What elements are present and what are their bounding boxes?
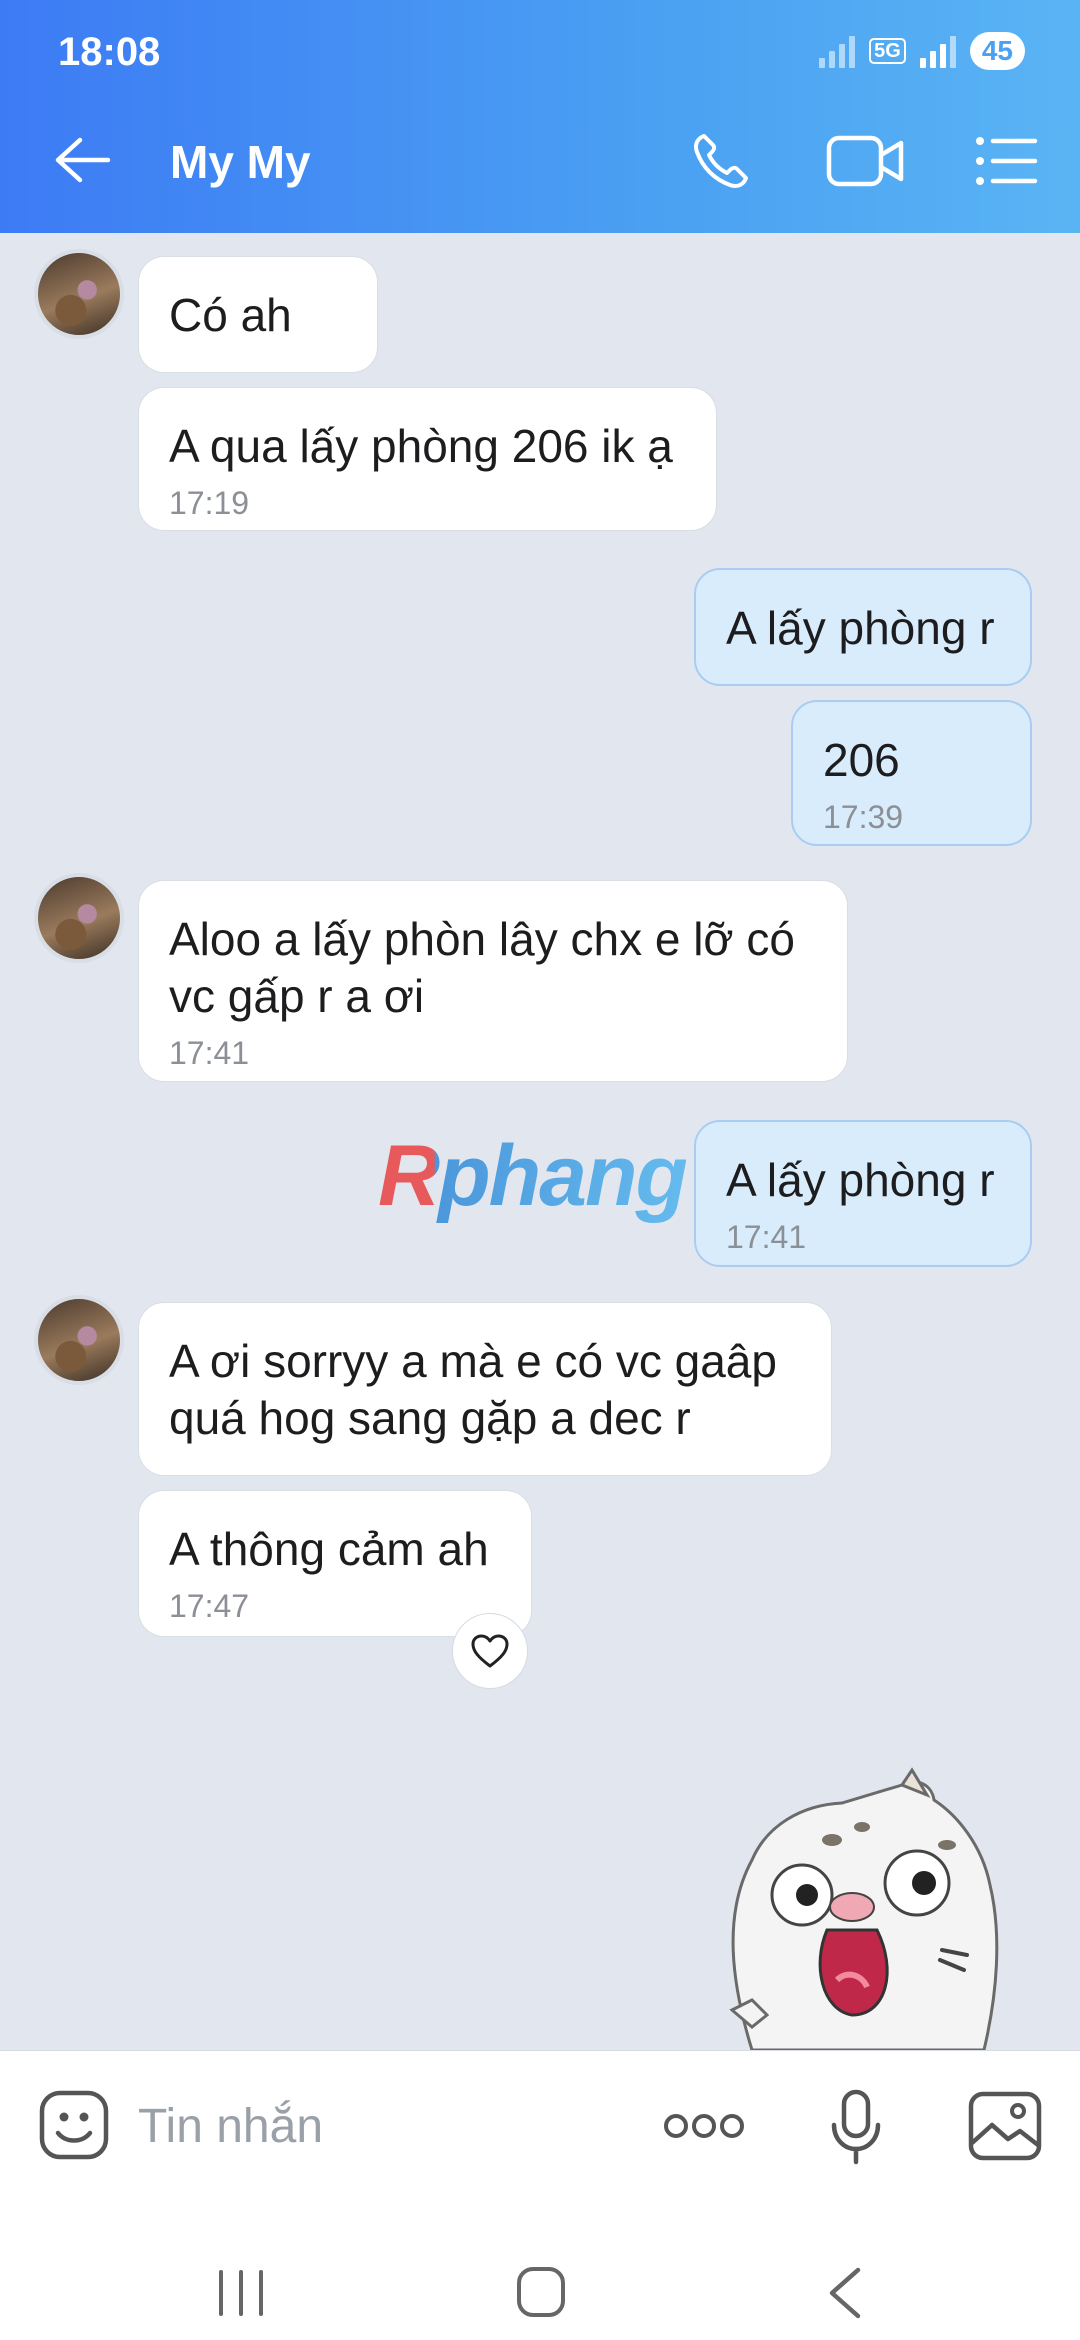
message-text: A lấy phòng r bbox=[726, 602, 995, 654]
message-time: 17:19 bbox=[169, 485, 250, 521]
cat-sticker[interactable] bbox=[712, 1765, 1032, 2052]
watermark: Rphang bbox=[378, 1128, 688, 1224]
microphone-icon[interactable] bbox=[830, 2089, 882, 2165]
chat-header: 18:08 5G 45 My My bbox=[0, 0, 1080, 233]
message-text: A thông cảm ah bbox=[169, 1523, 489, 1575]
message-bubble-incoming[interactable]: A qua lấy phòng 206 ik ạ 17:19 bbox=[138, 387, 717, 531]
recent-apps-icon[interactable] bbox=[215, 2268, 267, 2318]
nav-back-icon[interactable] bbox=[826, 2266, 862, 2320]
signal-icon bbox=[919, 34, 956, 68]
contact-name[interactable]: My My bbox=[170, 135, 311, 189]
message-bubble-incoming[interactable]: A ơi sorryy a mà e có vc gaâp quá hog sa… bbox=[138, 1302, 832, 1476]
heart-icon[interactable] bbox=[452, 1613, 528, 1689]
avatar[interactable] bbox=[34, 1295, 124, 1385]
message-text: A ơi sorryy a mà e có vc gaâp quá hog sa… bbox=[169, 1335, 777, 1444]
message-input[interactable] bbox=[138, 2091, 618, 2161]
message-text: 206 bbox=[823, 734, 900, 786]
message-text: Aloo a lấy phòn lây chx e lỡ có vc gấp r… bbox=[169, 913, 795, 1022]
back-arrow-icon[interactable] bbox=[52, 135, 112, 185]
network-type: 5G bbox=[869, 38, 906, 64]
message-text: A lấy phòng r bbox=[726, 1154, 995, 1206]
system-nav-bar bbox=[0, 2246, 1080, 2340]
avatar[interactable] bbox=[34, 249, 124, 339]
message-bubble-outgoing[interactable]: 206 17:39 bbox=[791, 700, 1032, 846]
message-text: A qua lấy phòng 206 ik ạ bbox=[169, 420, 673, 472]
message-bubble-incoming[interactable]: Có ah bbox=[138, 256, 378, 373]
emoji-icon[interactable] bbox=[38, 2089, 110, 2161]
message-text: Có ah bbox=[169, 289, 292, 341]
home-icon[interactable] bbox=[516, 2266, 566, 2318]
list-menu-icon[interactable] bbox=[975, 135, 1039, 187]
signal-icon bbox=[819, 34, 856, 68]
status-icons: 5G 45 bbox=[819, 32, 1025, 70]
image-icon[interactable] bbox=[968, 2091, 1042, 2161]
message-bubble-outgoing[interactable]: A lấy phòng r bbox=[694, 568, 1032, 686]
message-time: 17:41 bbox=[726, 1219, 807, 1255]
phone-icon[interactable] bbox=[690, 130, 752, 192]
more-dots-icon[interactable] bbox=[663, 2111, 745, 2141]
battery-indicator: 45 bbox=[969, 32, 1025, 70]
message-bubble-incoming[interactable]: Aloo a lấy phòn lây chx e lỡ có vc gấp r… bbox=[138, 880, 848, 1082]
video-camera-icon[interactable] bbox=[826, 133, 906, 189]
message-composer bbox=[0, 2050, 1080, 2247]
message-time: 17:39 bbox=[823, 799, 904, 835]
avatar[interactable] bbox=[34, 873, 124, 963]
message-time: 17:41 bbox=[169, 1035, 250, 1071]
status-time: 18:08 bbox=[58, 30, 161, 74]
message-time: 17:47 bbox=[169, 1588, 250, 1624]
message-bubble-incoming[interactable]: A thông cảm ah 17:47 bbox=[138, 1490, 532, 1637]
message-bubble-outgoing[interactable]: A lấy phòng r 17:41 bbox=[694, 1120, 1032, 1267]
